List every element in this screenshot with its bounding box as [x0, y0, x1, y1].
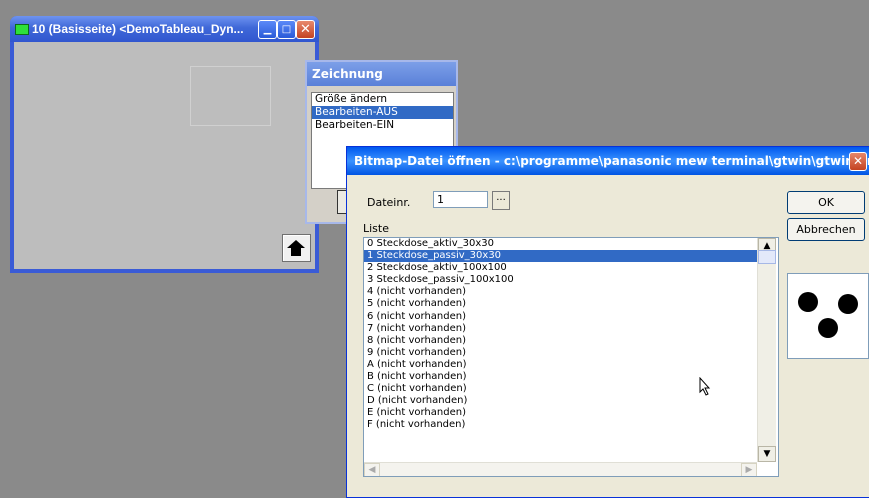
vertical-scrollbar[interactable]: ▲ ▼: [757, 238, 776, 462]
list-item[interactable]: 1 Steckdose_passiv_30x30: [364, 250, 757, 263]
dialog-titlebar[interactable]: Bitmap-Datei öffnen - c:\programme\panas…: [347, 147, 869, 175]
list-item[interactable]: 8 (nicht vorhanden): [364, 335, 757, 347]
preview-dot: [838, 294, 858, 314]
main-window-titlebar[interactable]: 10 (Basisseite) <DemoTableau_Dyn... ▁ □ …: [10, 16, 319, 42]
bitmap-dialog: Bitmap-Datei öffnen - c:\programme\panas…: [346, 146, 869, 498]
bitmap-preview: [787, 273, 869, 359]
list-item[interactable]: 5 (nicht vorhanden): [364, 298, 757, 310]
scroll-left-icon[interactable]: ◀: [364, 463, 380, 476]
zeichnung-item[interactable]: Bearbeiten-EIN: [312, 119, 453, 132]
mouse-cursor-icon: [699, 377, 711, 396]
home-icon: [287, 240, 305, 256]
list-item[interactable]: D (nicht vorhanden): [364, 395, 757, 407]
dialog-close-button[interactable]: ✕: [849, 152, 867, 171]
zeichnung-titlebar[interactable]: Zeichnung: [307, 62, 456, 86]
bitmap-list[interactable]: 0 Steckdose_aktiv_30x30 1 Steckdose_passi…: [363, 237, 779, 477]
zeichnung-title: Zeichnung: [312, 67, 383, 81]
main-window-title: 10 (Basisseite) <DemoTableau_Dyn...: [32, 22, 244, 36]
close-button[interactable]: ✕: [296, 20, 315, 39]
dateinr-label: Dateinr.: [367, 196, 411, 209]
scroll-down-icon[interactable]: ▼: [758, 446, 776, 462]
scroll-thumb[interactable]: [758, 250, 776, 264]
list-item[interactable]: 0 Steckdose_aktiv_30x30: [364, 238, 757, 250]
list-item[interactable]: 7 (nicht vorhanden): [364, 323, 757, 335]
main-window: 10 (Basisseite) <DemoTableau_Dyn... ▁ □ …: [10, 16, 319, 273]
zeichnung-item[interactable]: Größe ändern: [312, 93, 453, 106]
list-item[interactable]: F (nicht vorhanden): [364, 419, 757, 431]
dialog-title: Bitmap-Datei öffnen - c:\programme\panas…: [354, 154, 869, 168]
list-item[interactable]: 6 (nicht vorhanden): [364, 311, 757, 323]
list-item[interactable]: 2 Steckdose_aktiv_100x100: [364, 262, 757, 274]
list-item[interactable]: 9 (nicht vorhanden): [364, 347, 757, 359]
list-item[interactable]: 3 Steckdose_passiv_100x100: [364, 274, 757, 286]
window-icon: [15, 24, 29, 35]
browse-button[interactable]: ...: [492, 191, 510, 210]
horizontal-scrollbar[interactable]: ◀ ▶: [364, 462, 757, 476]
zeichnung-item[interactable]: Bearbeiten-AUS: [312, 106, 453, 119]
bitmap-rows: 0 Steckdose_aktiv_30x30 1 Steckdose_passi…: [364, 238, 778, 432]
preview-dot: [818, 318, 838, 338]
scroll-right-icon[interactable]: ▶: [741, 463, 757, 476]
cancel-button[interactable]: Abbrechen: [787, 218, 865, 241]
preview-dot: [798, 292, 818, 312]
dateinr-input[interactable]: 1: [433, 191, 488, 208]
maximize-button[interactable]: □: [277, 20, 296, 39]
list-item[interactable]: E (nicht vorhanden): [364, 407, 757, 419]
ok-button[interactable]: OK: [787, 191, 865, 214]
canvas-frame: [190, 66, 271, 126]
list-item[interactable]: A (nicht vorhanden): [364, 359, 757, 371]
home-button[interactable]: [282, 234, 311, 262]
main-window-canvas: [14, 42, 315, 269]
list-item[interactable]: 4 (nicht vorhanden): [364, 286, 757, 298]
liste-label: Liste: [363, 222, 389, 235]
minimize-button[interactable]: ▁: [258, 20, 277, 39]
